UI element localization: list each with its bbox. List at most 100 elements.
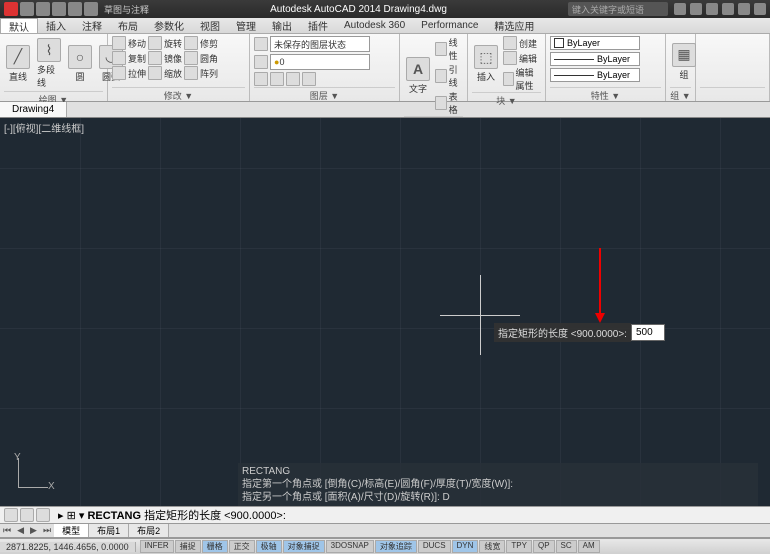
workspace-label[interactable]: 草图与注释: [104, 3, 149, 16]
panel-layers-title[interactable]: 图层 ▼: [254, 87, 395, 99]
command-line[interactable]: ▸ ⊞ ▾ RECTANG 指定矩形的长度 <900.0000>:: [0, 506, 770, 524]
tab-insert[interactable]: 插入: [38, 18, 74, 33]
toggle-polar[interactable]: 极轴: [256, 540, 282, 553]
tool-text[interactable]: A文字: [404, 55, 432, 97]
layout-nav-next[interactable]: ▶: [27, 525, 40, 536]
tool-block-edit[interactable]: 编辑: [503, 51, 541, 65]
layout-nav-first[interactable]: ⏮: [0, 525, 14, 536]
app-menu-icon[interactable]: [4, 2, 18, 16]
fillet-icon[interactable]: [184, 51, 198, 65]
tab-view[interactable]: 视图: [192, 18, 228, 33]
toggle-qp[interactable]: QP: [533, 540, 555, 553]
open-icon[interactable]: [36, 2, 50, 16]
crosshair-vertical: [480, 275, 481, 355]
ribbon: ╱直线 ⌇多段线 ○圆 ◡圆弧 绘图 ▼ 移动 旋转 修剪 复制 镜像 圆角 拉…: [0, 34, 770, 102]
tool-insert-block[interactable]: ⬚插入: [472, 43, 500, 85]
viewport-label[interactable]: [-][俯视][二维线框]: [4, 120, 84, 135]
move-icon[interactable]: [112, 36, 126, 50]
array-icon[interactable]: [184, 66, 198, 80]
help-search-input[interactable]: 键入关键字或短语: [568, 2, 668, 16]
tab-output[interactable]: 输出: [264, 18, 300, 33]
tool-block-attr[interactable]: 编辑属性: [503, 66, 541, 92]
layout-tab-1[interactable]: 布局1: [89, 524, 129, 537]
layer-freeze-icon[interactable]: [270, 72, 284, 86]
maximize-icon[interactable]: [738, 3, 750, 15]
layer-icon[interactable]: [254, 55, 268, 69]
toggle-grid[interactable]: 栅格: [202, 540, 228, 553]
panel-block-title[interactable]: 块 ▼: [472, 92, 541, 104]
scale-icon[interactable]: [148, 66, 162, 80]
color-combo[interactable]: ByLayer: [550, 36, 640, 50]
toggle-3dosnap[interactable]: 3DOSNAP: [326, 540, 374, 553]
cmd-close-icon[interactable]: [4, 508, 18, 522]
cmd-recent-icon[interactable]: [36, 508, 50, 522]
tab-default[interactable]: 默认: [0, 18, 38, 33]
history-line: 指定第一个角点或 [倒角(C)/标高(E)/圆角(F)/厚度(T)/宽度(W)]…: [242, 478, 754, 491]
toggle-snap[interactable]: 捕捉: [175, 540, 201, 553]
dynamic-input-field[interactable]: 500: [631, 324, 665, 341]
tab-performance[interactable]: Performance: [413, 18, 486, 33]
coordinate-display[interactable]: 2871.8225, 1446.4656, 0.0000: [0, 542, 136, 552]
toggle-ortho[interactable]: 正交: [229, 540, 255, 553]
drawing-canvas[interactable]: [-][俯视][二维线框] Y X 指定矩形的长度 <900.0000>: 50…: [0, 118, 770, 506]
cmd-options-icon[interactable]: [20, 508, 34, 522]
minimize-icon[interactable]: [722, 3, 734, 15]
layer-props-icon[interactable]: [254, 37, 268, 51]
stretch-icon[interactable]: [112, 66, 126, 80]
tab-parametric[interactable]: 参数化: [146, 18, 192, 33]
layout-nav-prev[interactable]: ◀: [14, 525, 27, 536]
toggle-dyn[interactable]: DYN: [452, 540, 479, 553]
layer-current-combo[interactable]: ● 0: [270, 54, 370, 70]
panel-modify-title[interactable]: 修改 ▼: [112, 87, 245, 99]
layer-lock-icon[interactable]: [286, 72, 300, 86]
tool-block-create[interactable]: 创建: [503, 36, 541, 50]
new-icon[interactable]: [20, 2, 34, 16]
close-icon[interactable]: [754, 3, 766, 15]
toggle-infer[interactable]: INFER: [140, 540, 174, 553]
toggle-tpy[interactable]: TPY: [506, 540, 532, 553]
lineweight-combo[interactable]: ByLayer: [550, 68, 640, 82]
layer-match-icon[interactable]: [302, 72, 316, 86]
save-icon[interactable]: [52, 2, 66, 16]
trim-icon[interactable]: [184, 36, 198, 50]
tool-group[interactable]: ▦组: [670, 41, 698, 83]
tab-featured[interactable]: 精选应用: [486, 18, 542, 33]
layout-tab-model[interactable]: 模型: [54, 524, 89, 537]
tab-plugins[interactable]: 插件: [300, 18, 336, 33]
tool-polyline[interactable]: ⌇多段线: [35, 36, 63, 91]
help-icon[interactable]: [706, 3, 718, 15]
mirror-icon[interactable]: [148, 51, 162, 65]
undo-icon[interactable]: [68, 2, 82, 16]
tool-line[interactable]: ╱直线: [4, 43, 32, 85]
toggle-osnap[interactable]: 对象捕捉: [283, 540, 325, 553]
doc-tab-active[interactable]: Drawing4: [0, 102, 67, 117]
linetype-combo[interactable]: ByLayer: [550, 52, 640, 66]
panel-layers: 未保存的图层状态 ● 0 图层 ▼: [250, 34, 400, 101]
tab-layout[interactable]: 布局: [110, 18, 146, 33]
panel-properties-title[interactable]: 特性 ▼: [550, 87, 661, 99]
toggle-ducs[interactable]: DUCS: [418, 540, 451, 553]
layer-state-combo[interactable]: 未保存的图层状态: [270, 36, 370, 52]
toggle-sc[interactable]: SC: [556, 540, 577, 553]
tab-annotate[interactable]: 注释: [74, 18, 110, 33]
exchange-icon[interactable]: [690, 3, 702, 15]
tool-circle[interactable]: ○圆: [66, 43, 94, 85]
tool-linear-dim[interactable]: 线性: [435, 36, 463, 62]
toggle-lwt[interactable]: 线宽: [479, 540, 505, 553]
tool-leader[interactable]: 引线: [435, 63, 463, 89]
tab-manage[interactable]: 管理: [228, 18, 264, 33]
toggle-am[interactable]: AM: [578, 540, 600, 553]
tab-a360[interactable]: Autodesk 360: [336, 18, 413, 33]
quick-access-toolbar: 草图与注释: [4, 2, 149, 16]
layout-nav-last[interactable]: ⏭: [40, 525, 54, 536]
copy-icon[interactable]: [112, 51, 126, 65]
toggle-otrack[interactable]: 对象追踪: [375, 540, 417, 553]
rotate-icon[interactable]: [148, 36, 162, 50]
tool-table[interactable]: 表格: [435, 90, 463, 116]
layout-tab-2[interactable]: 布局2: [129, 524, 169, 537]
redo-icon[interactable]: [84, 2, 98, 16]
layer-off-icon[interactable]: [254, 72, 268, 86]
signin-icon[interactable]: [674, 3, 686, 15]
command-prompt: ▸ ⊞ ▾ RECTANG 指定矩形的长度 <900.0000>:: [54, 507, 770, 523]
panel-groups-title[interactable]: 组 ▼: [670, 87, 691, 99]
